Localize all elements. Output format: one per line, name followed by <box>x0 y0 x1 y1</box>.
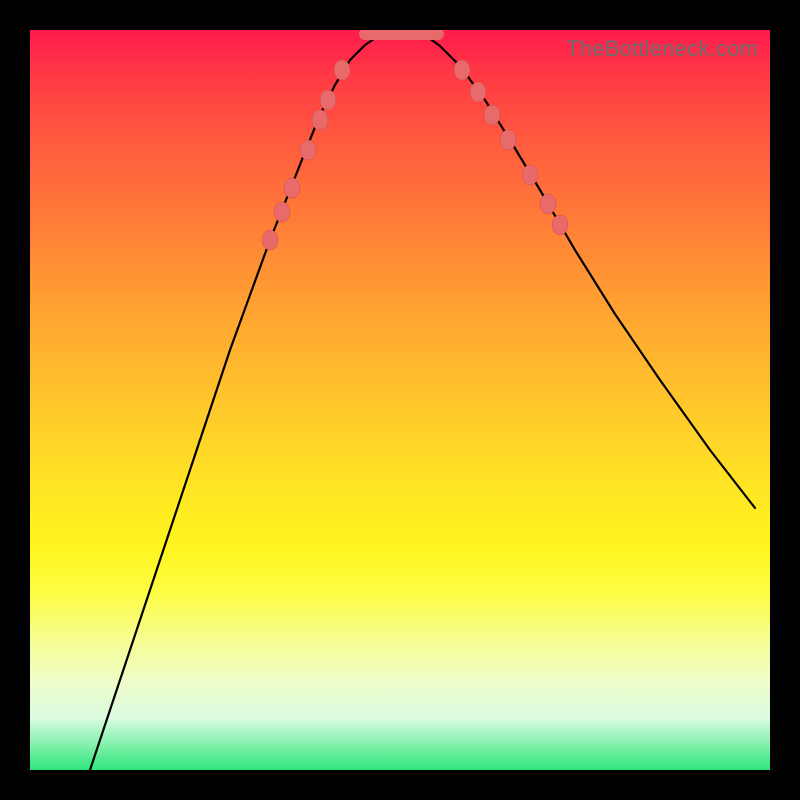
curve-marker <box>274 202 290 222</box>
plot-area: TheBottleneck.com <box>30 30 770 770</box>
curve-svg <box>30 30 770 770</box>
curve-marker <box>284 178 300 198</box>
curve-marker <box>312 110 328 130</box>
bottleneck-curve <box>90 32 755 770</box>
curve-marker <box>262 230 278 250</box>
curve-marker <box>320 90 336 110</box>
curve-marker <box>300 140 316 160</box>
curve-marker <box>470 82 486 102</box>
curve-marker <box>540 194 556 214</box>
curve-marker <box>454 60 470 80</box>
chart-frame: TheBottleneck.com <box>0 0 800 800</box>
curve-marker <box>500 130 516 150</box>
marker-group-right <box>454 60 568 235</box>
curve-marker <box>484 105 500 125</box>
marker-group-left <box>262 60 350 250</box>
curve-marker <box>334 60 350 80</box>
curve-marker <box>522 165 538 185</box>
curve-marker <box>552 215 568 235</box>
